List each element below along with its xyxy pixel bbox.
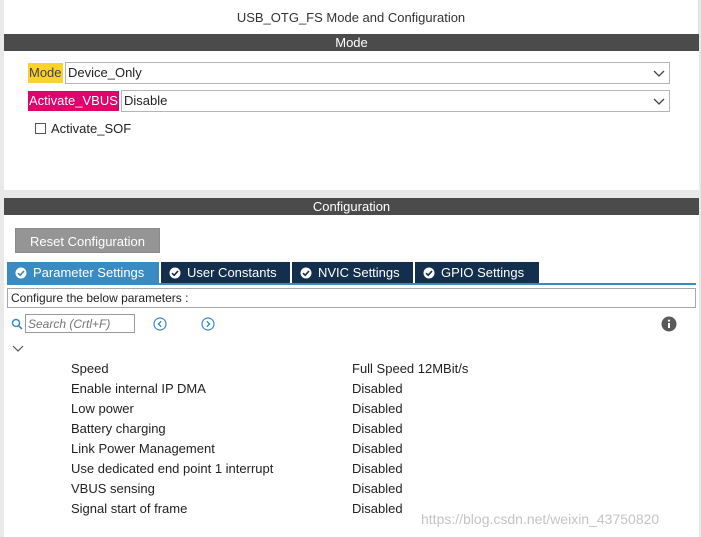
mode-select[interactable]: Device_Only (65, 62, 670, 84)
param-name: Low power (71, 401, 134, 416)
param-value[interactable]: Full Speed 12MBit/s (352, 360, 468, 380)
tab-gpio-settings[interactable]: GPIO Settings (415, 262, 539, 284)
activate-sof-checkbox[interactable] (35, 123, 46, 134)
mode-section-header: Mode (4, 34, 699, 51)
chevron-down-icon (653, 98, 665, 105)
param-name: Link Power Management (71, 441, 215, 456)
param-name: Battery charging (71, 421, 166, 436)
watermark: https://blog.csdn.net/weixin_43750820 (421, 511, 660, 527)
table-row[interactable]: Speed Full Speed 12MBit/s (71, 360, 468, 380)
tab-underline (7, 283, 696, 285)
tab-parameter-settings[interactable]: Parameter Settings (7, 262, 159, 284)
tab-label: GPIO Settings (441, 265, 525, 280)
param-value[interactable]: Disabled (352, 400, 403, 420)
check-circle-icon (169, 267, 181, 279)
tab-label: Parameter Settings (33, 265, 145, 280)
chevron-down-icon (653, 70, 665, 77)
configuration-section-header: Configuration (4, 198, 699, 215)
param-name: VBUS sensing (71, 481, 155, 496)
param-value[interactable]: Disabled (352, 420, 403, 440)
info-icon[interactable] (661, 316, 677, 332)
table-row[interactable]: Battery charging Disabled (71, 420, 468, 440)
tab-nvic-settings[interactable]: NVIC Settings (292, 262, 413, 284)
param-name: Use dedicated end point 1 interrupt (71, 461, 274, 476)
mode-label: Mode (28, 63, 63, 83)
param-name: Signal start of frame (71, 501, 188, 516)
table-row[interactable]: Enable internal IP DMA Disabled (71, 380, 468, 400)
params-header: Configure the below parameters : (7, 288, 696, 308)
tab-label: User Constants (187, 265, 277, 280)
search-icon[interactable] (11, 318, 23, 330)
table-row[interactable]: Low power Disabled (71, 400, 468, 420)
param-value[interactable]: Disabled (352, 480, 403, 500)
activate-vbus-label: Activate_VBUS (28, 91, 119, 111)
config-tabs: Parameter Settings User Constants NVIC S… (7, 262, 541, 284)
mode-row: Mode (28, 62, 63, 84)
activate-vbus-select[interactable]: Disable (121, 90, 670, 112)
configuration-panel: Reset Configuration Parameter Settings U… (4, 215, 699, 537)
check-circle-icon (300, 267, 312, 279)
previous-icon[interactable] (153, 317, 167, 331)
tab-label: NVIC Settings (318, 265, 400, 280)
param-name: Speed (71, 361, 109, 376)
activate-vbus-value: Disable (124, 93, 168, 108)
reset-configuration-button[interactable]: Reset Configuration (15, 228, 160, 253)
parameter-list: Speed Full Speed 12MBit/s Enable interna… (71, 360, 468, 520)
table-row[interactable]: VBUS sensing Disabled (71, 480, 468, 500)
search-input[interactable] (25, 314, 135, 333)
search-row (11, 314, 135, 333)
mode-select-value: Device_Only (68, 65, 142, 80)
check-circle-icon (423, 267, 435, 279)
table-row[interactable]: Link Power Management Disabled (71, 440, 468, 460)
param-name: Enable internal IP DMA (71, 381, 206, 396)
vbus-row: Activate_VBUS (28, 90, 119, 112)
param-value[interactable]: Disabled (352, 380, 403, 400)
mode-panel: Mode Device_Only Activate_VBUS Disable A… (4, 51, 699, 190)
param-value[interactable]: Disabled (352, 460, 403, 480)
chevron-down-icon[interactable] (12, 343, 24, 353)
param-value[interactable]: Disabled (352, 500, 403, 520)
activate-sof-row[interactable]: Activate_SOF (35, 121, 131, 136)
tab-user-constants[interactable]: User Constants (161, 262, 290, 284)
check-circle-icon (15, 267, 27, 279)
table-row[interactable]: Use dedicated end point 1 interrupt Disa… (71, 460, 468, 480)
table-row[interactable]: Signal start of frame Disabled (71, 500, 468, 520)
activate-sof-label: Activate_SOF (51, 121, 132, 136)
window-title: USB_OTG_FS Mode and Configuration (4, 0, 699, 34)
param-value[interactable]: Disabled (352, 440, 403, 460)
next-icon[interactable] (201, 317, 215, 331)
